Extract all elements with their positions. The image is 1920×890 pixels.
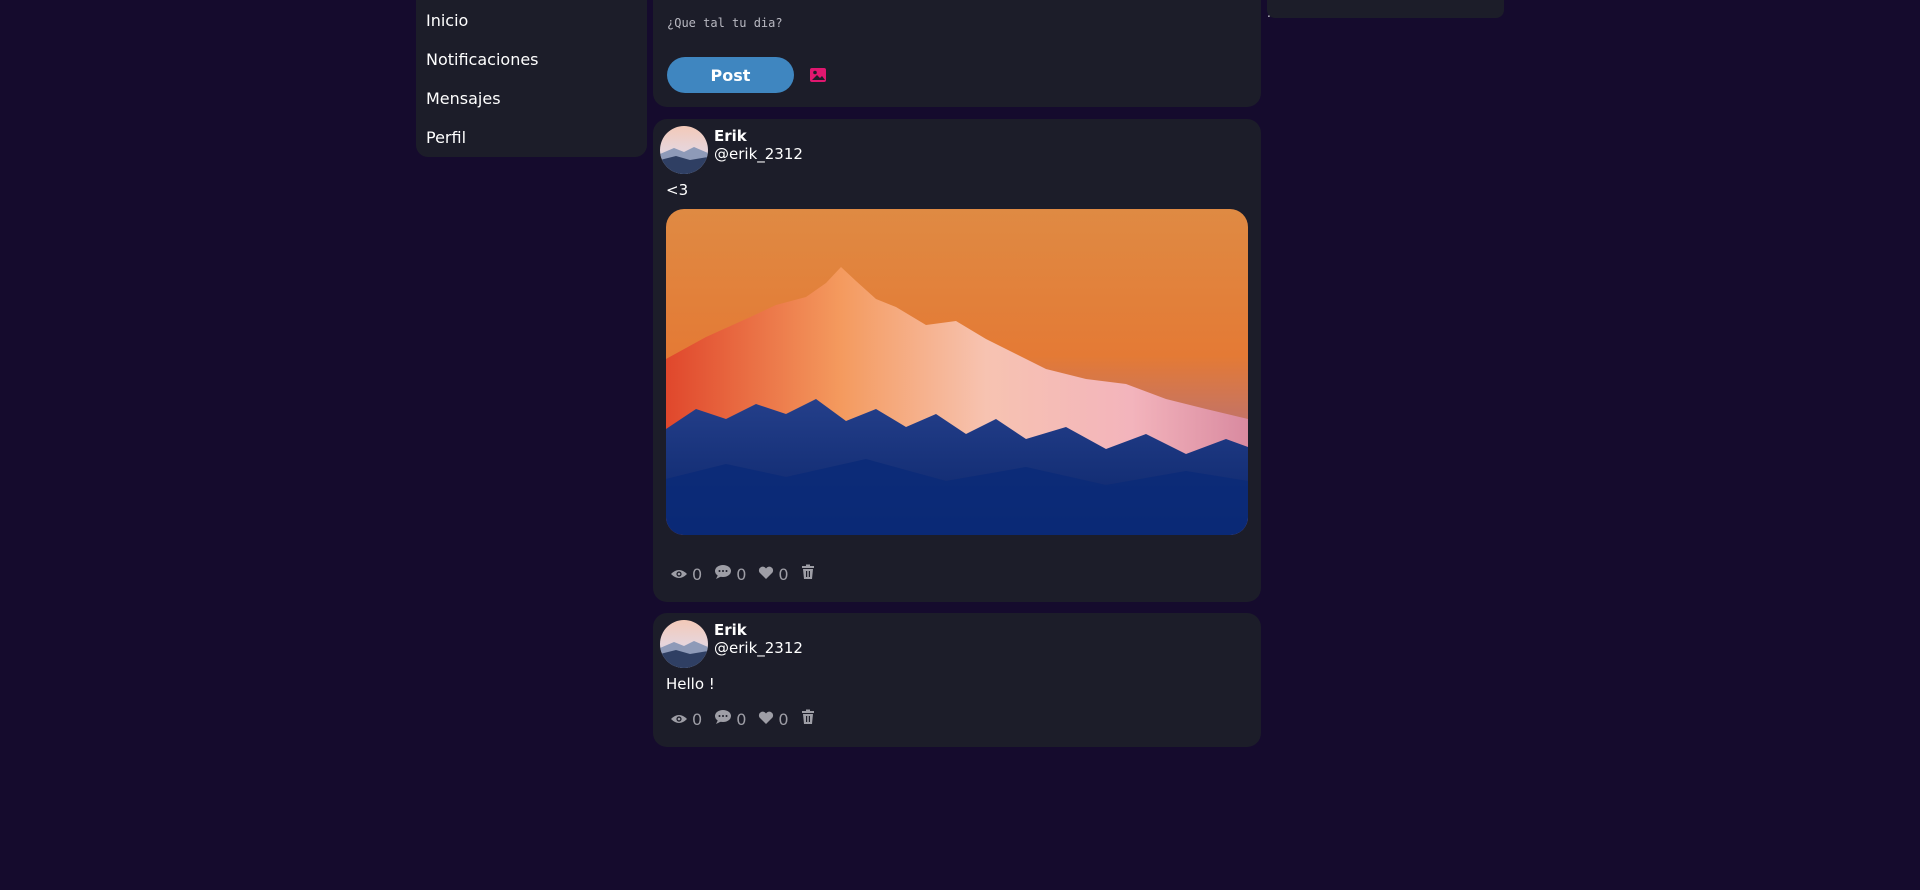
post-text: Hello ! bbox=[666, 675, 715, 693]
post-card: Erik @erik_2312 <3 0 0 0 bbox=[653, 119, 1261, 602]
views-action[interactable]: 0 bbox=[670, 710, 702, 729]
sidebar-nav: Inicio Notificaciones Mensajes Perfil bbox=[416, 0, 647, 157]
likes-action[interactable]: 0 bbox=[758, 564, 789, 584]
views-count: 0 bbox=[692, 709, 703, 729]
avatar[interactable] bbox=[660, 126, 708, 174]
comments-count: 0 bbox=[736, 564, 747, 584]
comment-icon bbox=[714, 564, 736, 584]
eye-icon bbox=[670, 565, 692, 584]
comments-count: 0 bbox=[736, 709, 747, 729]
likes-count: 0 bbox=[778, 709, 789, 729]
heart-icon bbox=[758, 710, 778, 729]
post-text: <3 bbox=[666, 181, 689, 199]
author-handle[interactable]: @erik_2312 bbox=[714, 639, 803, 657]
sidebar-item-mensajes[interactable]: Mensajes bbox=[416, 84, 647, 123]
post-button[interactable]: Post bbox=[667, 57, 794, 93]
post-card: Erik @erik_2312 Hello ! 0 0 0 bbox=[653, 613, 1261, 747]
comments-action[interactable]: 0 bbox=[714, 709, 746, 729]
views-count: 0 bbox=[692, 564, 703, 584]
views-action[interactable]: 0 bbox=[670, 565, 702, 584]
composer-input[interactable] bbox=[665, 10, 1229, 36]
delete-button[interactable] bbox=[801, 709, 819, 729]
heart-icon bbox=[758, 565, 778, 584]
sidebar-item-inicio[interactable]: Inicio bbox=[416, 6, 647, 45]
eye-icon bbox=[670, 710, 692, 729]
likes-action[interactable]: 0 bbox=[758, 709, 789, 729]
delete-button[interactable] bbox=[801, 564, 819, 584]
trash-icon bbox=[801, 709, 819, 729]
likes-count: 0 bbox=[778, 564, 789, 584]
comments-action[interactable]: 0 bbox=[714, 564, 746, 584]
trash-icon bbox=[801, 564, 819, 584]
author-handle[interactable]: @erik_2312 bbox=[714, 145, 803, 163]
image-icon[interactable] bbox=[809, 67, 827, 83]
author-name[interactable]: Erik bbox=[714, 621, 747, 639]
post-actions: 0 0 0 bbox=[670, 709, 831, 729]
post-actions: 0 0 0 bbox=[670, 564, 831, 584]
comment-icon bbox=[714, 709, 736, 729]
post-composer: Post bbox=[653, 0, 1261, 107]
sidebar-item-perfil[interactable]: Perfil bbox=[416, 123, 647, 162]
right-panel: . bbox=[1267, 0, 1504, 20]
right-panel-text: . bbox=[1267, 6, 1271, 20]
author-name[interactable]: Erik bbox=[714, 127, 747, 145]
sidebar-item-notificaciones[interactable]: Notificaciones bbox=[416, 45, 647, 84]
post-image[interactable] bbox=[666, 209, 1248, 535]
avatar[interactable] bbox=[660, 620, 708, 668]
